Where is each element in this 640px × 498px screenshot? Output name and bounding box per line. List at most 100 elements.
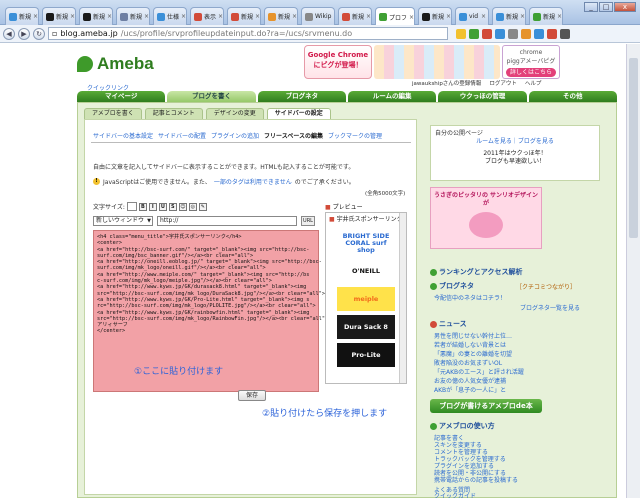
tab-close-icon[interactable]: × bbox=[481, 13, 486, 20]
user-info-link[interactable]: jawaukshipさんの登録情報 bbox=[412, 79, 481, 87]
extension-icon[interactable] bbox=[482, 28, 492, 39]
tab-close-icon[interactable]: × bbox=[255, 13, 260, 20]
browser-tab[interactable]: vid × bbox=[455, 7, 489, 25]
close-window-button[interactable]: x bbox=[614, 2, 636, 12]
tab-close-icon[interactable]: × bbox=[557, 13, 562, 20]
neta-item-link[interactable]: 今配信中のネタはコチラ！ bbox=[434, 293, 506, 302]
preview-scrollbar[interactable] bbox=[399, 213, 406, 383]
tab-close-icon[interactable]: × bbox=[333, 13, 334, 20]
crumb-basic[interactable]: サイドバーの基本設定 bbox=[93, 131, 153, 140]
browser-tab[interactable]: 新規 × bbox=[338, 7, 372, 25]
details-button[interactable]: 詳しくはこちら bbox=[505, 68, 556, 77]
link-url-input[interactable]: http:// bbox=[157, 216, 297, 226]
extension-icon[interactable] bbox=[469, 28, 479, 39]
news-item[interactable]: 男性を閉じせない幹付上位… bbox=[434, 331, 512, 340]
sanrio-promo[interactable]: うさぎのピッタリの サンリオデザインが bbox=[430, 187, 542, 249]
tab-close-icon[interactable]: × bbox=[292, 13, 297, 20]
bold-button[interactable]: B bbox=[138, 202, 147, 211]
chrome-pigg-banner[interactable]: Google Chromeにピグが登場！ chrome piggアメーバピグ 詳… bbox=[304, 45, 560, 83]
freespace-textarea[interactable]: <h4 class="menu_title">宇井氏スポンサーリンク</h4> … bbox=[93, 230, 328, 392]
logout-link[interactable]: ログアウト bbox=[489, 79, 517, 87]
nav-other[interactable]: その他 bbox=[528, 91, 617, 102]
browser-tab[interactable]: 新規 × bbox=[227, 7, 261, 25]
neta-more-link[interactable]: ブログネタ一覧を見る bbox=[520, 303, 580, 312]
help-link[interactable]: ヘルプ bbox=[525, 79, 542, 87]
browser-tab[interactable]: 新規 × bbox=[5, 7, 39, 25]
maximize-button[interactable]: □ bbox=[599, 2, 613, 12]
news-item[interactable]: 若者が結婚しない背景とは bbox=[434, 340, 506, 349]
browser-tab[interactable]: 表示 × bbox=[190, 7, 224, 25]
ranking-heading[interactable]: ランキングとアクセス解析 bbox=[430, 267, 522, 277]
sponsor-logo[interactable]: BRIGHT SIDE CORAL surf shop bbox=[337, 231, 395, 255]
link-target-select[interactable]: 新しいウィンドウ ▼ bbox=[93, 216, 153, 226]
browser-tab[interactable]: 新規 × bbox=[492, 7, 526, 25]
emoji-icon[interactable]: ☺ bbox=[178, 202, 187, 211]
page-scrollbar[interactable] bbox=[626, 44, 640, 498]
tab-close-icon[interactable]: × bbox=[70, 13, 75, 20]
wrench-icon[interactable] bbox=[560, 28, 570, 39]
ameba-logo[interactable]: Ameba bbox=[77, 54, 154, 74]
browser-tab[interactable]: 仕様 × bbox=[153, 7, 187, 25]
browser-tab[interactable]: Wikip× bbox=[301, 7, 335, 25]
crumb-plugin[interactable]: プラグインの追加 bbox=[211, 131, 259, 140]
news-item[interactable]: お友の億の人気女優が逮捕 bbox=[434, 376, 506, 385]
image-icon[interactable]: ✎ bbox=[198, 202, 207, 211]
extension-icon[interactable] bbox=[495, 28, 505, 39]
tab-close-icon[interactable]: × bbox=[181, 13, 186, 20]
insert-url-button[interactable]: URL bbox=[301, 216, 315, 226]
nav-room-edit[interactable]: ルームの編集 bbox=[347, 91, 437, 102]
neta-kuchikomi-link[interactable]: ［クチコミつながり］ bbox=[516, 282, 576, 291]
font-size-select[interactable] bbox=[126, 202, 137, 211]
tab-close-icon[interactable]: × bbox=[520, 13, 525, 20]
crumb-layout[interactable]: サイドバーの配置 bbox=[158, 131, 206, 140]
browser-tab[interactable]: 新規 × bbox=[418, 7, 452, 25]
color-icon[interactable]: ◎ bbox=[188, 202, 197, 211]
browser-tab[interactable]: プロフ × bbox=[375, 7, 415, 26]
restricted-tags-link[interactable]: 一部のタグは利用できません bbox=[214, 177, 292, 186]
news-item[interactable]: AKBが「息子の一人に」と bbox=[434, 385, 506, 394]
tab-close-icon[interactable]: × bbox=[446, 13, 451, 20]
tab-sidebar[interactable]: サイドバーの設定 bbox=[266, 108, 331, 119]
nav-write-blog[interactable]: ブログを書く bbox=[167, 91, 256, 102]
browser-tab[interactable]: 新規 × bbox=[264, 7, 298, 25]
crumb-bookmark[interactable]: ブックマークの管理 bbox=[328, 131, 382, 140]
news-item[interactable]: 「元AKBのエース」と評され活躍 bbox=[434, 367, 524, 376]
tab-write[interactable]: アメブロを書く bbox=[84, 108, 142, 119]
sponsor-logo[interactable]: O'NEILL bbox=[337, 259, 395, 283]
tab-design[interactable]: デザインの変更 bbox=[205, 108, 264, 119]
extension-icon[interactable] bbox=[521, 28, 531, 39]
extension-icon[interactable] bbox=[547, 28, 557, 39]
browser-tab[interactable]: 新規 × bbox=[116, 7, 150, 25]
url-field[interactable]: ▫ blog.ameba.jp/ucs/profile/srvprofileup… bbox=[48, 27, 448, 40]
italic-button[interactable]: I bbox=[148, 202, 157, 211]
howto-item[interactable]: 携帯電話からの記事を投稿する bbox=[434, 475, 518, 484]
tab-close-icon[interactable]: × bbox=[33, 13, 38, 20]
tab-close-icon[interactable]: × bbox=[144, 13, 149, 20]
nav-mypage[interactable]: マイページ bbox=[77, 91, 166, 102]
nav-ukuppo[interactable]: ウクっほの管理 bbox=[438, 91, 527, 102]
tab-close-icon[interactable]: × bbox=[218, 13, 223, 20]
back-arrow-icon[interactable]: ◀ bbox=[3, 27, 15, 40]
scrollbar-thumb[interactable] bbox=[629, 58, 638, 238]
extension-icon[interactable] bbox=[534, 28, 544, 39]
news-item[interactable]: 「悪魔」の妻との離婚を切望 bbox=[434, 349, 512, 358]
sponsor-logo[interactable]: Dura Sack 8 bbox=[337, 315, 395, 339]
tab-close-icon[interactable]: × bbox=[366, 13, 371, 20]
browser-tab[interactable]: 新規 × bbox=[529, 7, 563, 25]
tab-articles[interactable]: 記事とコメント bbox=[144, 108, 203, 119]
app-banner[interactable]: ブログが書けるアメブロde本 bbox=[430, 399, 542, 413]
tab-close-icon[interactable]: × bbox=[107, 13, 112, 20]
extension-icon[interactable] bbox=[508, 28, 518, 39]
reload-icon[interactable]: ↻ bbox=[33, 27, 45, 40]
nav-blog-neta[interactable]: ブログネタ bbox=[257, 91, 346, 102]
sponsor-logo[interactable]: Pro-Lite bbox=[337, 343, 395, 367]
star-icon[interactable] bbox=[456, 28, 466, 39]
save-button[interactable]: 保存 bbox=[238, 390, 266, 401]
browser-tab[interactable]: 新規 × bbox=[42, 7, 76, 25]
profile-link[interactable]: ルームを見る｜ブログを見る bbox=[431, 138, 599, 146]
browser-tab[interactable]: 新規 × bbox=[79, 7, 113, 25]
forward-arrow-icon[interactable]: ▶ bbox=[18, 27, 30, 40]
underline-button[interactable]: U bbox=[158, 202, 167, 211]
strike-button[interactable]: S bbox=[168, 202, 177, 211]
news-item[interactable]: 敗者陥没のお気まずいOL bbox=[434, 358, 502, 367]
